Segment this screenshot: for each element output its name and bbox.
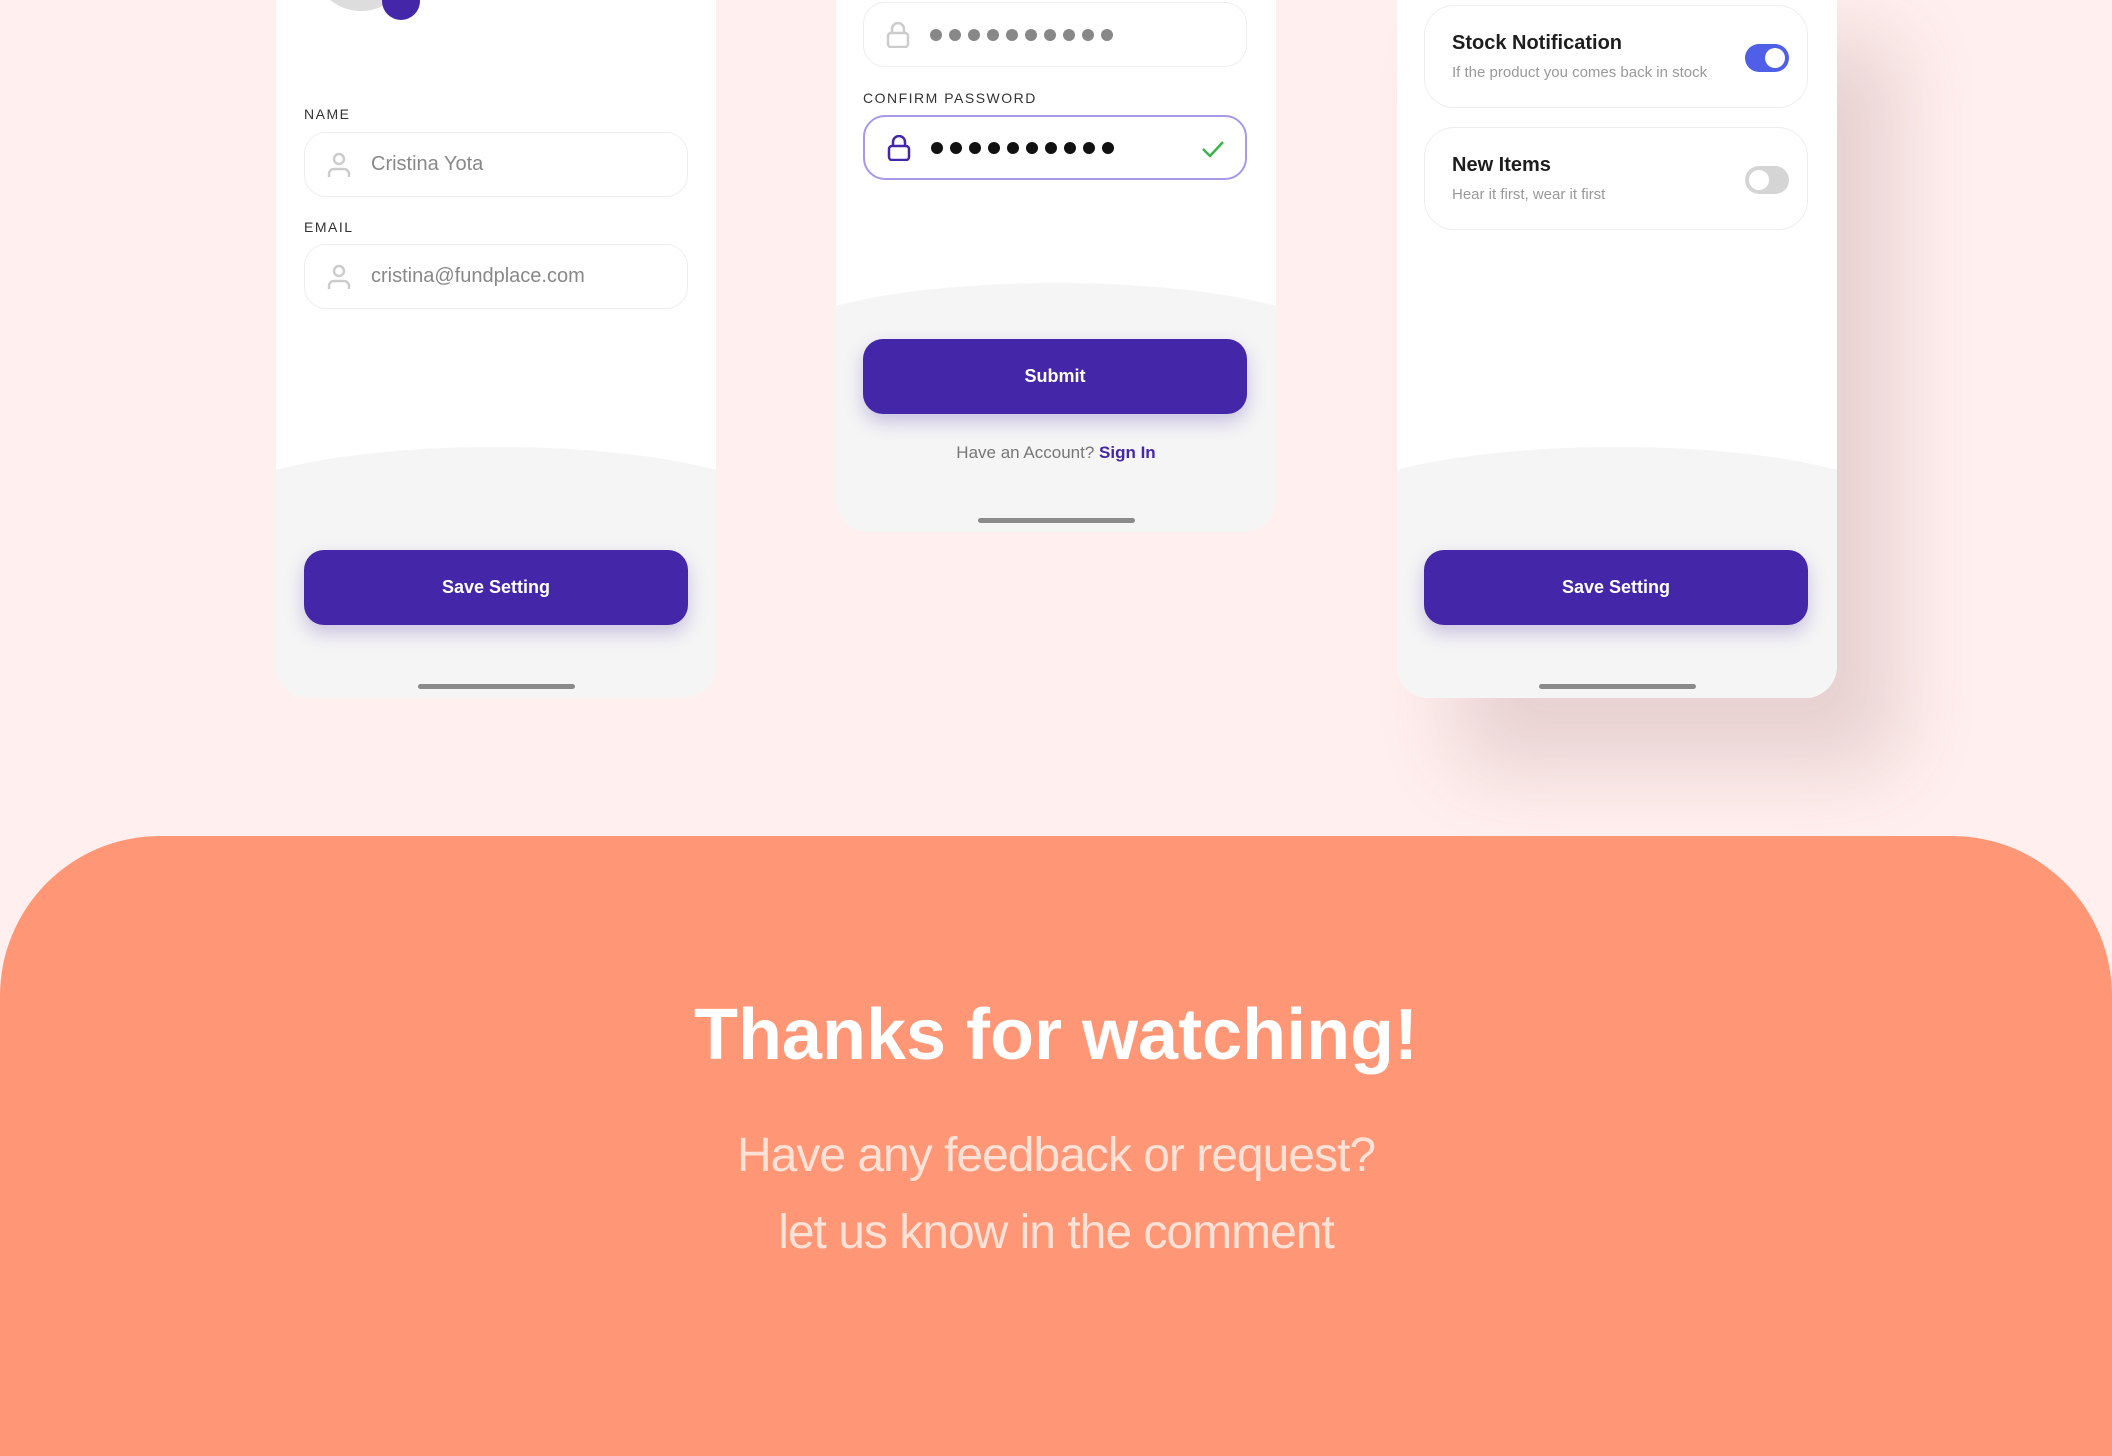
footer-title: Thanks for watching! bbox=[693, 995, 1419, 1075]
option-title: New Items bbox=[1452, 154, 1551, 176]
lock-icon bbox=[887, 134, 911, 161]
sign-in-link[interactable]: Sign In bbox=[1099, 443, 1156, 462]
password-dots bbox=[930, 28, 1113, 41]
confirm-password-input[interactable] bbox=[863, 115, 1247, 180]
stock-notification-toggle[interactable] bbox=[1745, 44, 1789, 72]
camera-badge-icon[interactable] bbox=[382, 0, 420, 20]
home-indicator bbox=[418, 684, 575, 689]
submit-button[interactable]: Submit bbox=[863, 339, 1247, 414]
password-input[interactable] bbox=[863, 2, 1247, 67]
new-items-option: New Items Hear it first, wear it first bbox=[1424, 127, 1808, 230]
account-prompt-text: Have an Account? bbox=[956, 443, 1095, 462]
name-label: NAME bbox=[304, 106, 351, 122]
stock-notification-option: Stock Notification If the product you co… bbox=[1424, 5, 1808, 108]
home-indicator bbox=[1539, 684, 1696, 689]
password-dots bbox=[931, 141, 1114, 154]
profile-settings-screen: NAME Cristina Yota EMAIL cristina@fundpl… bbox=[276, 0, 716, 698]
lock-icon bbox=[886, 21, 910, 48]
name-input[interactable]: Cristina Yota bbox=[304, 132, 688, 197]
save-setting-button[interactable]: Save Setting bbox=[304, 550, 688, 625]
thanks-footer: Thanks for watching! Have any feedback o… bbox=[0, 836, 2112, 1456]
option-subtitle: Hear it first, wear it first bbox=[1452, 186, 1606, 203]
option-title: Stock Notification bbox=[1452, 32, 1623, 54]
check-icon bbox=[1202, 141, 1224, 158]
new-items-toggle[interactable] bbox=[1745, 166, 1789, 194]
password-screen: CONFIRM PASSWORD Submit Have an Account?… bbox=[836, 0, 1276, 532]
name-value: Cristina Yota bbox=[371, 153, 484, 175]
home-indicator bbox=[978, 518, 1135, 523]
option-subtitle: If the product you comes back in stock bbox=[1452, 64, 1708, 81]
email-input[interactable]: cristina@fundplace.com bbox=[304, 244, 688, 309]
confirm-password-label: CONFIRM PASSWORD bbox=[863, 90, 1037, 106]
email-label: EMAIL bbox=[304, 219, 354, 235]
user-icon bbox=[327, 152, 351, 177]
footer-line-1: Have any feedback or request? bbox=[736, 1129, 1376, 1182]
user-icon bbox=[327, 264, 351, 289]
account-prompt: Have an Account? Sign In bbox=[836, 443, 1276, 463]
notification-settings-screen: Stock Notification If the product you co… bbox=[1397, 0, 1837, 698]
save-setting-button[interactable]: Save Setting bbox=[1424, 550, 1808, 625]
footer-line-2: let us know in the comment bbox=[778, 1206, 1335, 1259]
email-value: cristina@fundplace.com bbox=[371, 265, 585, 287]
